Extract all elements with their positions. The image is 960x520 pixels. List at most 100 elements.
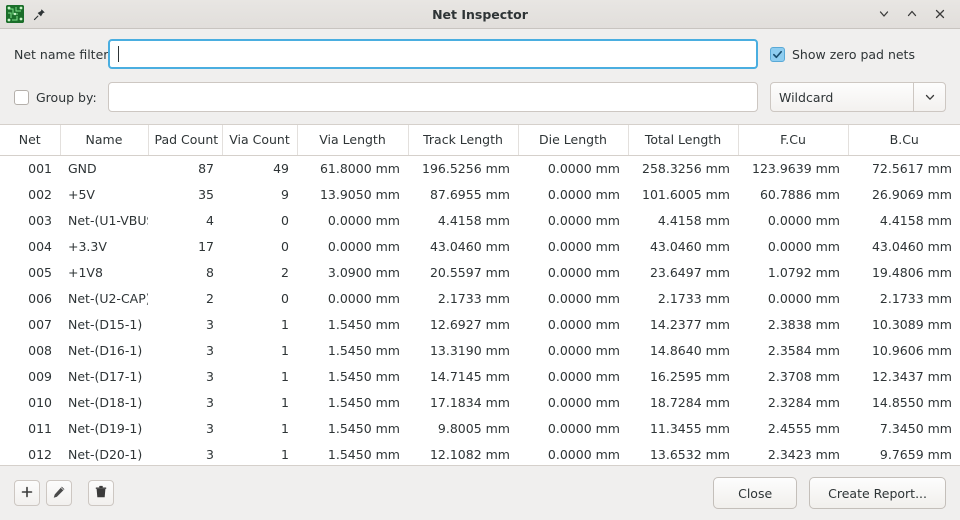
match-mode-container: Wildcard	[770, 82, 946, 112]
cell-tlen: 2.1733 mm	[437, 290, 510, 306]
title-bar: Net Inspector	[0, 0, 960, 29]
group-by-label: Group by:	[36, 89, 97, 105]
cell-bcu: 4.4158 mm	[879, 212, 952, 228]
cell-total: 11.3455 mm	[649, 420, 730, 436]
cell-vlen: 1.5450 mm	[327, 420, 400, 436]
create-report-button[interactable]: Create Report...	[809, 477, 946, 509]
cell-fcu: 2.3708 mm	[767, 368, 840, 384]
cell-vlen: 1.5450 mm	[327, 394, 400, 410]
net-name-filter-row: Net name filter: Show zero pad nets	[14, 39, 946, 69]
column-header-total-length[interactable]: Total Length	[628, 125, 739, 156]
cell-dlen: 0.0000 mm	[547, 394, 620, 410]
cell-via: 1	[281, 368, 289, 384]
cell-via: 0	[281, 290, 289, 306]
cell-net: 001	[28, 160, 52, 176]
text-caret	[118, 46, 119, 62]
title-bar-left	[6, 5, 48, 23]
column-header-pad-count[interactable]: Pad Count	[148, 125, 223, 156]
cell-net: 004	[28, 238, 52, 254]
pin-icon[interactable]	[30, 5, 48, 23]
table-row[interactable]: 009 Net-(D17-1) 3 1 1.5450 mm 14.7145 mm 0.000…	[0, 363, 960, 389]
table-row[interactable]: 010 Net-(D18-1) 3 1 1.5450 mm 17.1834 mm 0.000…	[0, 389, 960, 415]
cell-bcu: 14.8550 mm	[871, 394, 952, 410]
column-header-via-count[interactable]: Via Count	[222, 125, 298, 156]
add-net-button[interactable]	[14, 480, 40, 506]
cell-fcu: 0.0000 mm	[767, 290, 840, 306]
close-icon[interactable]	[932, 6, 948, 22]
cell-pad: 35	[198, 186, 214, 202]
column-header-net[interactable]: Net	[0, 125, 61, 156]
trash-icon	[94, 484, 108, 503]
cell-total: 13.6532 mm	[649, 446, 730, 462]
table-row[interactable]: 012 Net-(D20-1) 3 1 1.5450 mm 12.1082 mm 0.000…	[0, 441, 960, 465]
cell-pad: 3	[206, 342, 214, 358]
column-header-via-length[interactable]: Via Length	[297, 125, 409, 156]
delete-net-button[interactable]	[88, 480, 114, 506]
cell-tlen: 43.0460 mm	[429, 238, 510, 254]
cell-vlen: 1.5450 mm	[327, 446, 400, 462]
cell-fcu: 123.9639 mm	[752, 160, 840, 176]
table-row[interactable]: 011 Net-(D19-1) 3 1 1.5450 mm 9.8005 mm 0.0000…	[0, 415, 960, 441]
minimize-icon[interactable]	[876, 6, 892, 22]
group-by-input[interactable]	[108, 82, 758, 112]
cell-total: 18.7284 mm	[649, 394, 730, 410]
column-header-name[interactable]: Name	[60, 125, 149, 156]
table-row[interactable]: 004 +3.3V 17 0 0.0000 mm 43.0460 mm 0.0000 mm 4…	[0, 233, 960, 259]
maximize-icon[interactable]	[904, 6, 920, 22]
column-header-track-length[interactable]: Track Length	[408, 125, 519, 156]
group-by-checkbox[interactable]: Group by:	[14, 89, 108, 105]
show-zero-pad-nets-checkbox[interactable]: Show zero pad nets	[770, 46, 915, 62]
cell-name: Net-(D17-1)	[68, 368, 143, 384]
column-header-fcu[interactable]: F.Cu	[738, 125, 849, 156]
checkbox-box	[770, 46, 785, 62]
table-row[interactable]: 007 Net-(D15-1) 3 1 1.5450 mm 12.6927 mm 0.000…	[0, 311, 960, 337]
cell-tlen: 13.3190 mm	[429, 342, 510, 358]
net-name-filter-input[interactable]	[108, 39, 758, 69]
cell-name: +5V	[68, 186, 95, 202]
cell-net: 007	[28, 316, 52, 332]
edit-net-button[interactable]	[46, 480, 72, 506]
cell-net: 003	[28, 212, 52, 228]
column-header-bcu[interactable]: B.Cu	[848, 125, 960, 156]
cell-name: Net-(D16-1)	[68, 342, 143, 358]
cell-tlen: 12.6927 mm	[429, 316, 510, 332]
cell-via: 1	[281, 316, 289, 332]
net-table-header: Net Name Pad Count Via Count Via Length …	[0, 125, 960, 156]
close-button[interactable]: Close	[713, 477, 798, 509]
column-header-die-length[interactable]: Die Length	[518, 125, 629, 156]
cell-bcu: 2.1733 mm	[879, 290, 952, 306]
show-zero-pad-nets-container: Show zero pad nets	[770, 46, 946, 62]
cell-bcu: 10.3089 mm	[871, 316, 952, 332]
cell-total: 4.4158 mm	[657, 212, 730, 228]
group-by-row: Group by: Wildcard	[14, 82, 946, 112]
chevron-down-icon[interactable]	[913, 83, 945, 111]
cell-vlen: 1.5450 mm	[327, 316, 400, 332]
cell-dlen: 0.0000 mm	[547, 446, 620, 462]
cell-dlen: 0.0000 mm	[547, 238, 620, 254]
plus-icon	[20, 484, 34, 503]
cell-name: +1V8	[68, 264, 103, 280]
cell-vlen: 0.0000 mm	[327, 290, 400, 306]
table-row[interactable]: 003 Net-(U1-VBUS) 4 0 0.0000 mm 4.4158 mm 0.00…	[0, 207, 960, 233]
net-table-container[interactable]: Net Name Pad Count Via Count Via Length …	[0, 124, 960, 466]
cell-pad: 2	[206, 290, 214, 306]
cell-pad: 3	[206, 420, 214, 436]
net-name-filter-label: Net name filter:	[14, 46, 113, 62]
table-row[interactable]: 002 +5V 35 9 13.9050 mm 87.6955 mm 0.0000 mm 10…	[0, 181, 960, 207]
cell-name: Net-(U2-CAP)	[68, 290, 148, 306]
net-inspector-window: Net Inspector Net name filter: Show zero…	[0, 0, 960, 520]
cell-dlen: 0.0000 mm	[547, 186, 620, 202]
net-table-body: 001 GND 87 49 61.8000 mm 196.5256 mm 0.0000 mm…	[0, 155, 960, 465]
table-row[interactable]: 008 Net-(D16-1) 3 1 1.5450 mm 13.3190 mm 0.000…	[0, 337, 960, 363]
cell-name: +3.3V	[68, 238, 107, 254]
cell-total: 16.2595 mm	[649, 368, 730, 384]
cell-fcu: 2.4555 mm	[767, 420, 840, 436]
table-row[interactable]: 001 GND 87 49 61.8000 mm 196.5256 mm 0.0000 mm…	[0, 155, 960, 181]
cell-total: 14.2377 mm	[649, 316, 730, 332]
table-row[interactable]: 005 +1V8 8 2 3.0900 mm 20.5597 mm 0.0000 mm 23.…	[0, 259, 960, 285]
cell-net: 009	[28, 368, 52, 384]
cell-pad: 3	[206, 446, 214, 462]
match-mode-dropdown[interactable]: Wildcard	[770, 82, 946, 112]
cell-pad: 8	[206, 264, 214, 280]
table-row[interactable]: 006 Net-(U2-CAP) 2 0 0.0000 mm 2.1733 mm 0.000…	[0, 285, 960, 311]
